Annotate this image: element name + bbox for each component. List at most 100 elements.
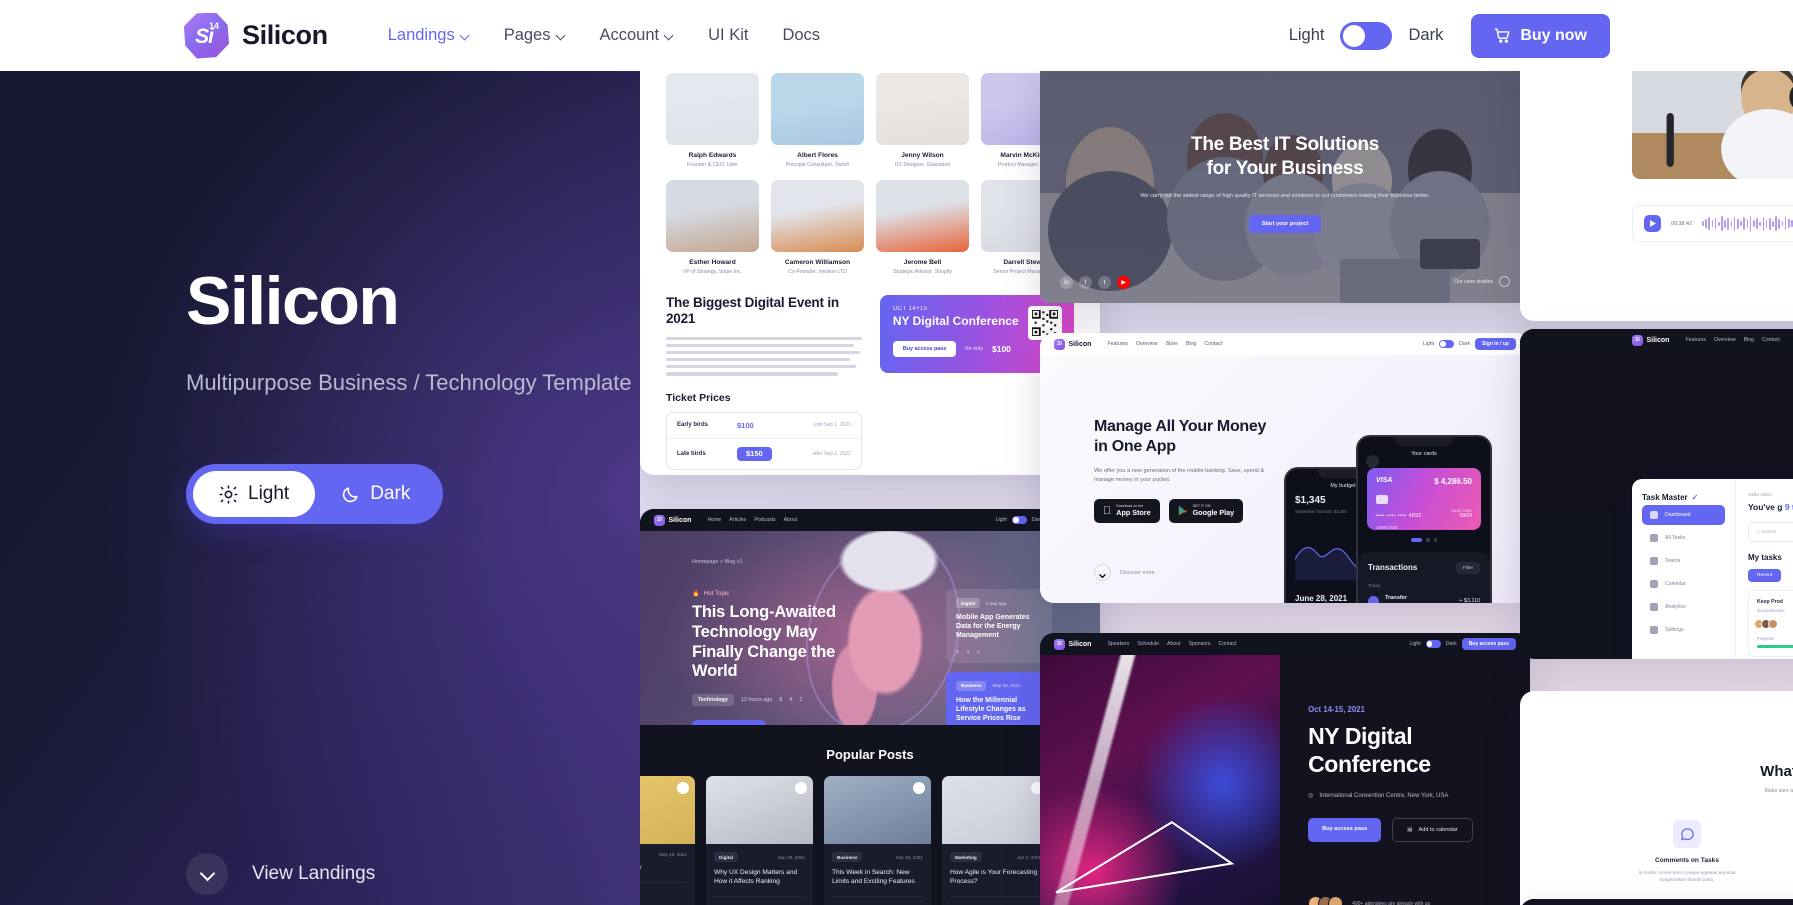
filter-pill-recent[interactable]: Recent [1748, 569, 1782, 583]
sidebar-item-teams[interactable]: Teams [1642, 551, 1725, 571]
nav-link[interactable]: Store [1166, 341, 1178, 347]
brand-logo[interactable]: Si 14 Silicon [183, 12, 328, 59]
sidebar-item-analytics[interactable]: Analytics [1642, 597, 1725, 617]
nav-item-landings[interactable]: Landings [371, 18, 487, 53]
nav-item-ui-kit[interactable]: UI Kit [691, 18, 765, 53]
nav-link[interactable]: Contact [1204, 341, 1222, 347]
nav-link[interactable]: Home [707, 517, 721, 523]
nav-item-account[interactable]: Account [583, 18, 692, 53]
task-card-title: Keep Prod [1757, 599, 1783, 606]
side-post-title: Mobile App Generates Data for the Energy… [956, 614, 1030, 639]
twitter-icon[interactable]: t [1098, 276, 1111, 289]
nav-link[interactable]: Sponsors [1189, 641, 1211, 647]
sidebar-item-dashboard[interactable]: Dashboard [1642, 505, 1725, 525]
buy-access-pass-button[interactable]: Buy access pass [1308, 817, 1382, 842]
theme-toggle[interactable] [1011, 516, 1027, 524]
case-studies-link[interactable]: Our case studies [1454, 276, 1510, 287]
buy-access-pass-button[interactable]: Buy access pass [1461, 638, 1516, 650]
sidebar-item-all-tasks[interactable]: All Tasks [1642, 528, 1725, 548]
bookmark-icon[interactable] [677, 782, 689, 794]
nav-link[interactable]: About [1167, 641, 1181, 647]
app-store-button[interactable]:  Download on the App Store [1094, 498, 1160, 523]
buy-access-pass-button[interactable]: Buy access pass [892, 340, 957, 357]
preview-card-services[interactable]: Si Silicon Services About Testimonials [1520, 899, 1793, 905]
preview-card-features[interactable]: What D Make sure all yo… Comments on Tas… [1520, 691, 1793, 905]
avatar [771, 73, 864, 145]
nav-link[interactable]: Speakers [1107, 641, 1129, 647]
read-article-button[interactable]: Read article → [692, 720, 767, 725]
nav-link[interactable]: Features [1685, 337, 1705, 343]
back-button[interactable] [1366, 455, 1379, 468]
arrow-circle-icon [1499, 276, 1510, 287]
bank-paragraph: We offer you a new generation of the mob… [1094, 467, 1265, 483]
list-item[interactable]: May 19, 2021 …mples & How [640, 776, 695, 905]
task-card[interactable]: Keep Prod documentation Progress [1748, 590, 1793, 658]
nav-link[interactable]: Overview [1714, 337, 1736, 343]
tasks-icon [1650, 534, 1658, 542]
nav-link[interactable]: Podcasts [754, 517, 775, 523]
linkedin-icon[interactable]: in [1060, 276, 1073, 289]
task-summary-line2: 9 tasks t [1784, 502, 1793, 512]
preview-card-blog[interactable]: Si Silicon Home Articles Podcasts About … [640, 509, 1100, 905]
conf-headline: NY Digital Conference [1308, 723, 1431, 777]
bookmark-icon[interactable] [795, 782, 807, 794]
theme-option-light[interactable]: Light [193, 471, 316, 518]
youtube-icon[interactable]: ▶ [1117, 276, 1130, 289]
nav-link[interactable]: Contact [1762, 337, 1780, 343]
preview-card-task-manager[interactable]: Si Silicon Features Overview Blog Contac… [1520, 329, 1793, 659]
view-landings-button[interactable]: View Landings [186, 853, 375, 895]
nav-link[interactable]: About [784, 517, 798, 523]
list-item[interactable]: Business May 26, 2021 How the Millennial… [946, 671, 1052, 725]
list-item[interactable]: Business Sep 16, 2021 This Week in Searc… [824, 776, 931, 905]
theme-toggle[interactable] [1439, 340, 1455, 348]
silicon-logo-icon: Si [1054, 338, 1065, 350]
sidebar-item-settings[interactable]: Settings [1642, 620, 1725, 640]
list-item[interactable]: Digital Sep 28, 2021 Why UX Design Matte… [706, 776, 813, 905]
bookmark-icon[interactable] [913, 782, 925, 794]
play-icon[interactable] [1644, 215, 1661, 232]
team-member: Albert Flores Principal Consultant, Twit… [771, 73, 864, 168]
nav-label-account: Account [599, 26, 660, 44]
side-post-title: How the Millennial Lifestyle Changes as … [956, 696, 1026, 722]
nav-item-pages[interactable]: Pages [487, 18, 583, 53]
add-to-calendar-label: Add to calendar [1418, 826, 1458, 833]
filter-button[interactable]: Filter [1455, 561, 1480, 574]
preview-card-banking[interactable]: Si Silicon Features Overview Store Blog … [1040, 333, 1530, 603]
nav-item-docs[interactable]: Docs [765, 18, 837, 53]
nav-link[interactable]: Schedule [1137, 641, 1159, 647]
chevron-down-icon: ⌄ [1094, 564, 1111, 582]
preview-card-conference[interactable]: Si Silicon Speakers Schedule About Spons… [1040, 633, 1530, 905]
list-item[interactable]: Marketing Apr 2, 2021 How Agile is Your … [942, 776, 1049, 905]
google-play-button[interactable]: GET IT ON Google Play [1168, 498, 1244, 523]
preview-card-it-solutions[interactable]: The Best IT Solutions for Your Business … [1040, 71, 1530, 303]
chevron-down-icon [461, 31, 470, 40]
theme-toggle[interactable] [1340, 21, 1393, 50]
theme-toggle[interactable] [1425, 640, 1441, 648]
team-member: Jerome Bell Strategic Advisor, Shopify [876, 180, 969, 275]
nav-link[interactable]: Contact [1219, 641, 1237, 647]
search-input[interactable]: ⌕ Search [1748, 522, 1793, 543]
list-item[interactable]: Digital 1 day ago Mobile App Generates D… [946, 589, 1052, 663]
nav-link[interactable]: Blog [1186, 341, 1196, 347]
side-post-meta: Digital 1 day ago [956, 598, 1042, 608]
preview-card-podcast[interactable]: 00:38:42 [1520, 71, 1793, 321]
buy-now-button[interactable]: Buy now [1471, 13, 1610, 58]
nav-link[interactable]: Articles [729, 517, 746, 523]
nav-link[interactable]: Blog [1744, 337, 1754, 343]
avatar-group [1308, 896, 1344, 905]
nav-link[interactable]: Overview [1136, 341, 1158, 347]
sidebar-item-calendar[interactable]: Calendar [1642, 574, 1725, 594]
sign-in-button[interactable]: Sign in / up [1475, 338, 1516, 350]
start-your-project-button[interactable]: Start your project [1248, 214, 1322, 233]
preview-card-team-event[interactable]: Ralph Edwards Founder & CEO, Uber Albert… [640, 71, 1100, 475]
nav-link[interactable]: Features [1107, 341, 1127, 347]
carousel-dots[interactable] [1358, 538, 1490, 542]
discover-more-button[interactable]: ⌄ Discover more [1094, 564, 1155, 582]
audio-player[interactable]: 00:38:42 [1632, 205, 1793, 242]
category-chip: Digital [956, 598, 981, 608]
add-to-calendar-button[interactable]: ▤ Add to calendar [1392, 817, 1473, 842]
event-title: The Biggest Digital Event in 2021 [666, 295, 839, 327]
facebook-icon[interactable]: f [1079, 276, 1092, 289]
phone-screen-title: Your cards [1411, 451, 1437, 457]
theme-option-dark[interactable]: Dark [315, 471, 436, 517]
